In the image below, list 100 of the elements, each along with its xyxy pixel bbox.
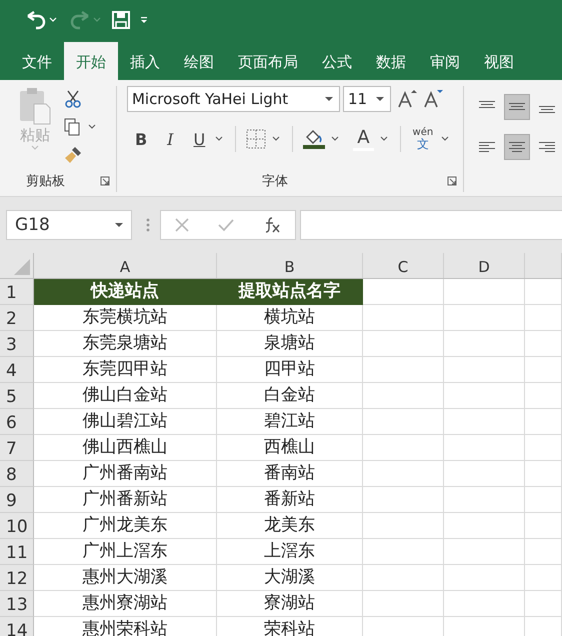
customize-icon[interactable]: [140, 16, 148, 24]
check-icon[interactable]: [218, 218, 234, 232]
underline-button[interactable]: U: [189, 128, 210, 150]
table-cell: 番新站: [217, 487, 363, 513]
fill-color-icon[interactable]: [303, 128, 326, 150]
column-header[interactable]: D: [444, 253, 525, 278]
table-cell: 广州番新站: [34, 487, 217, 513]
table-cell: [525, 565, 562, 591]
row-header[interactable]: 9: [0, 487, 34, 513]
caret-icon: [115, 222, 123, 228]
align-center-button[interactable]: [504, 134, 530, 160]
table-cell: 惠州大湖溪: [34, 565, 217, 591]
formula-input-field[interactable]: [300, 210, 562, 240]
font-name-field[interactable]: Microsoft YaHei Light: [126, 86, 340, 112]
row-header[interactable]: 11: [0, 539, 34, 565]
table-cell: 四甲站: [217, 357, 363, 383]
ribbon-tab[interactable]: 数据: [364, 42, 418, 80]
clipboard-icon: [18, 86, 52, 126]
table-cell: 横坑站: [217, 305, 363, 331]
borders-icon[interactable]: [246, 129, 266, 149]
row-header[interactable]: 7: [0, 435, 34, 461]
column-header[interactable]: A: [34, 253, 217, 278]
grip-icon: [146, 218, 150, 232]
ribbon-tab[interactable]: 审阅: [418, 42, 472, 80]
phonetic-guide-button[interactable]: wén 文: [410, 128, 436, 150]
dialog-launcher-icon[interactable]: [447, 176, 457, 186]
caret-icon[interactable]: [441, 136, 450, 142]
row-header[interactable]: 5: [0, 383, 34, 409]
font-size-field[interactable]: 11: [342, 86, 391, 112]
save-icon[interactable]: [112, 11, 130, 29]
caret-icon: [376, 96, 384, 102]
font-color-button[interactable]: A: [353, 127, 374, 151]
row-header[interactable]: 2: [0, 305, 34, 331]
table-cell: [525, 591, 562, 617]
row-header[interactable]: 8: [0, 461, 34, 487]
ribbon-tab[interactable]: 页面布局: [226, 42, 310, 80]
table-cell: 广州龙美东: [34, 513, 217, 539]
format-painter-icon[interactable]: [64, 146, 82, 164]
table-cell: 泉塘站: [217, 331, 363, 357]
table-cell: 广州上滘东: [34, 539, 217, 565]
table-cell: 佛山西樵山: [34, 435, 217, 461]
align-lines-icon: [538, 140, 556, 154]
table-cell: [525, 487, 562, 513]
copy-icon[interactable]: [64, 118, 96, 136]
table-cell: 上滘东: [217, 539, 363, 565]
ribbon-tab[interactable]: 开始: [64, 42, 118, 80]
ribbon-tab[interactable]: 绘图: [172, 42, 226, 80]
row-header[interactable]: 10: [0, 513, 34, 539]
align-middle-button[interactable]: [504, 94, 530, 120]
ribbon-tab[interactable]: 插入: [118, 42, 172, 80]
ribbon-tab[interactable]: 公式: [310, 42, 364, 80]
table-cell: [525, 435, 562, 461]
group-label: 剪贴板: [26, 173, 65, 190]
italic-button[interactable]: I: [163, 128, 178, 150]
table-cell: [525, 539, 562, 565]
table-cell: 白金站: [217, 383, 363, 409]
row-header[interactable]: 3: [0, 331, 34, 357]
table-cell: 龙美东: [217, 513, 363, 539]
bold-button[interactable]: B: [130, 128, 152, 150]
table-cell: 大湖溪: [217, 565, 363, 591]
caret-icon[interactable]: [380, 136, 388, 142]
table-cell: 惠州荣科站: [34, 617, 217, 636]
row-header[interactable]: 12: [0, 565, 34, 591]
table-cell: [525, 331, 562, 357]
table-cell: 广州番南站: [34, 461, 217, 487]
increase-font-size-icon[interactable]: [396, 89, 417, 109]
table-cell: 番南站: [217, 461, 363, 487]
table-cell: [525, 383, 562, 409]
row-header[interactable]: 4: [0, 357, 34, 383]
table-cell: 惠州寮湖站: [34, 591, 217, 617]
table-cell: [525, 461, 562, 487]
table-cell: 东莞横坑站: [34, 305, 217, 331]
ribbon-tab[interactable]: 视图: [472, 42, 526, 80]
table-cell: 佛山白金站: [34, 383, 217, 409]
caret-icon: [31, 145, 39, 151]
table-cell: [525, 305, 562, 331]
caret-icon[interactable]: [215, 136, 224, 142]
table-cell: 西樵山: [217, 435, 363, 461]
caret-icon: [324, 96, 333, 102]
ribbon-tab[interactable]: 文件: [10, 42, 64, 80]
column-header[interactable]: B: [217, 253, 363, 278]
name-box[interactable]: G18: [6, 210, 132, 240]
table-cell: 东莞四甲站: [34, 357, 217, 383]
table-cell: 快递站点: [34, 279, 217, 305]
row-header[interactable]: 1: [0, 279, 34, 305]
table-cell: 荣科站: [217, 617, 363, 636]
table-cell: [525, 409, 562, 435]
decrease-font-size-icon[interactable]: [422, 89, 443, 109]
scissors-icon[interactable]: [64, 90, 82, 108]
row-header[interactable]: 13: [0, 591, 34, 617]
dialog-launcher-icon[interactable]: [100, 176, 110, 186]
table-cell: [525, 513, 562, 539]
column-header[interactable]: C: [363, 253, 444, 278]
table-cell: 碧江站: [217, 409, 363, 435]
caret-icon[interactable]: [272, 136, 280, 142]
row-header[interactable]: 6: [0, 409, 34, 435]
table-cell: 佛山碧江站: [34, 409, 217, 435]
caret-icon[interactable]: [331, 136, 340, 142]
table-cell: 寮湖站: [217, 591, 363, 617]
row-header[interactable]: 14: [0, 617, 34, 636]
